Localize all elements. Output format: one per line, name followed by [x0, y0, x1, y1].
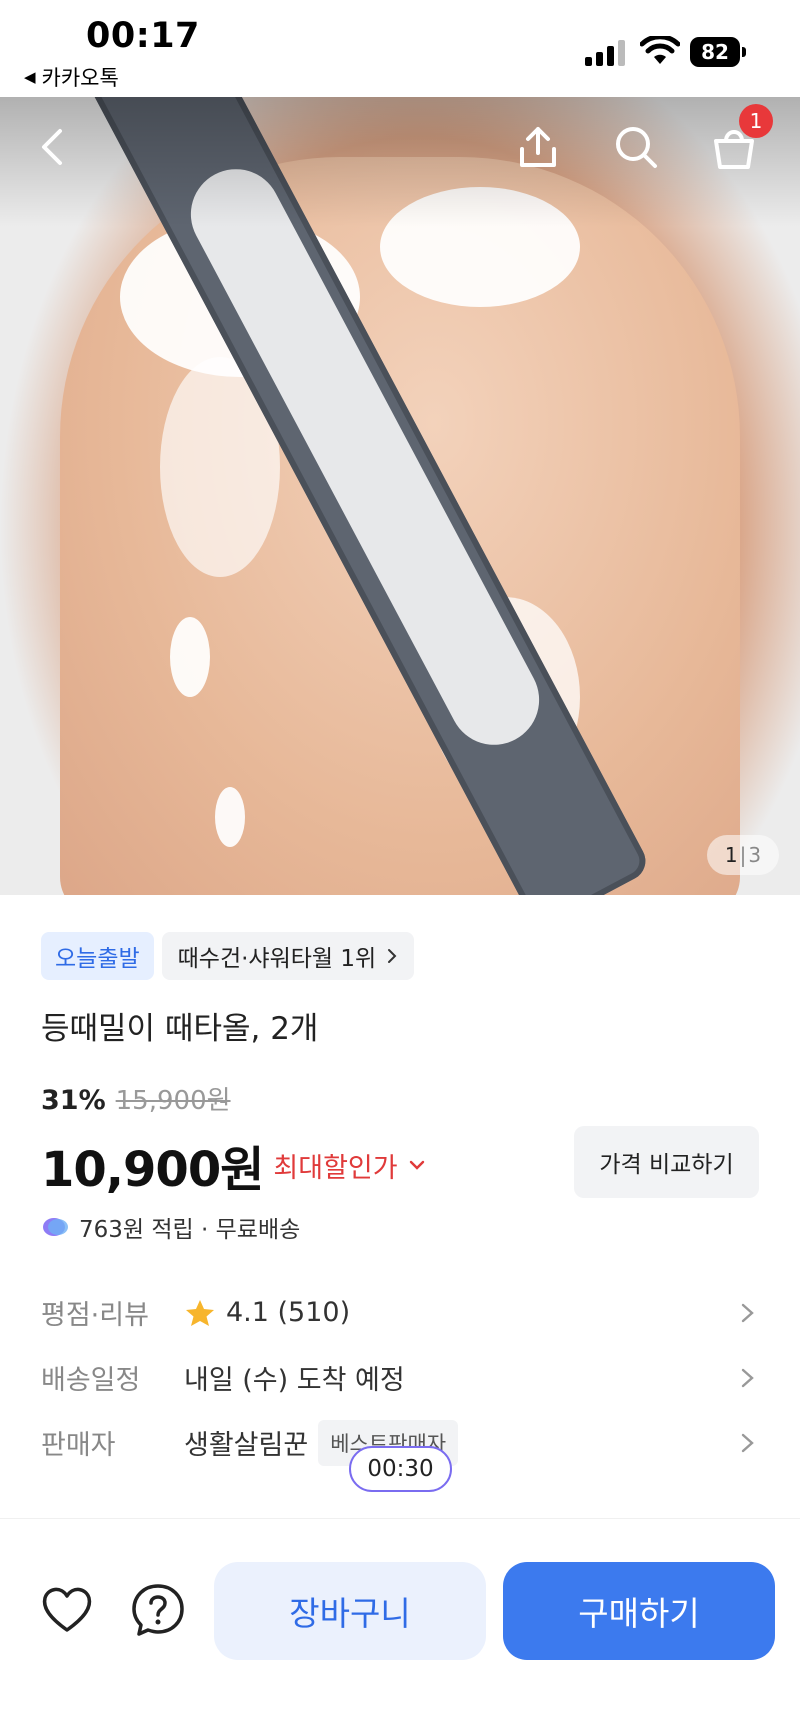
- share-button[interactable]: [510, 119, 566, 175]
- compare-price-button[interactable]: 가격 비교하기: [574, 1126, 759, 1198]
- chevron-right-icon: [741, 1368, 754, 1388]
- buy-now-button[interactable]: 구매하기: [503, 1562, 775, 1660]
- points-shipping-row: 763원 적립 · 무료배송: [41, 1210, 300, 1244]
- image-counter-separator: |: [739, 843, 747, 867]
- image-counter: 1 | 3: [707, 835, 779, 875]
- back-to-app-link[interactable]: ◀ 카카오톡: [24, 62, 119, 92]
- wishlist-button[interactable]: [37, 1580, 97, 1640]
- rating-review-row[interactable]: 평점·리뷰 4.1 (510): [41, 1280, 761, 1345]
- points-icon: [43, 1218, 68, 1236]
- rating-value: 4.1 (510): [226, 1297, 351, 1328]
- delivery-value: 내일 (수) 도착 예정: [184, 1365, 405, 1396]
- discount-row: 31% 15,900원: [41, 1080, 231, 1117]
- tag-category-rank[interactable]: 때수건·샤워타월 1위: [161, 932, 415, 980]
- inquiry-button[interactable]: [128, 1580, 188, 1640]
- battery-icon: 82: [690, 37, 746, 67]
- chevron-right-icon: [388, 949, 397, 963]
- price-row: 10,900원 최대할인가: [41, 1130, 426, 1200]
- delivery-label: 배송일정: [41, 1365, 141, 1396]
- back-triangle-icon: ◀: [24, 68, 36, 86]
- seller-label: 판매자: [41, 1430, 116, 1461]
- original-price: 15,900원: [115, 1086, 231, 1116]
- add-to-cart-button[interactable]: 장바구니: [214, 1562, 486, 1660]
- wifi-icon: [640, 36, 680, 64]
- back-button[interactable]: [26, 119, 82, 175]
- star-icon: [186, 1299, 214, 1326]
- status-time: 00:17: [86, 16, 200, 56]
- question-bubble-icon: [132, 1584, 184, 1636]
- back-app-label: 카카오톡: [41, 66, 119, 90]
- chevron-left-icon: [42, 129, 62, 165]
- bottom-action-bar: 장바구니 구매하기: [0, 1540, 800, 1731]
- countdown-timer[interactable]: 00:30: [349, 1446, 452, 1492]
- divider: [0, 1518, 800, 1519]
- max-discount-label: 최대할인가: [273, 1152, 398, 1184]
- discount-percent: 31%: [41, 1085, 106, 1116]
- product-title: 등때밀이 때타올, 2개: [41, 1011, 319, 1047]
- cart-count-badge: 1: [739, 104, 773, 138]
- seller-name: 생활살림꾼: [184, 1430, 309, 1461]
- rating-label: 평점·리뷰: [41, 1300, 149, 1331]
- sale-price: 10,900원: [41, 1142, 264, 1198]
- chevron-right-icon: [741, 1433, 754, 1453]
- cellular-signal-icon: [585, 40, 627, 66]
- battery-level: 82: [690, 37, 740, 67]
- image-counter-total: 3: [748, 843, 762, 867]
- share-icon: [520, 127, 556, 167]
- max-discount-toggle[interactable]: 최대할인가: [273, 1146, 425, 1185]
- product-tags: 오늘출발 때수건·샤워타월 1위: [41, 932, 415, 980]
- status-bar: 00:17 ◀ 카카오톡 82: [0, 0, 800, 97]
- points-text: 763원 적립 · 무료배송: [79, 1217, 301, 1243]
- chevron-right-icon: [741, 1303, 754, 1323]
- delivery-schedule-row[interactable]: 배송일정 내일 (수) 도착 예정: [41, 1345, 761, 1410]
- product-image-carousel[interactable]: [0, 97, 800, 895]
- image-counter-current: 1: [724, 843, 738, 867]
- tag-fast-shipping: 오늘출발: [41, 932, 154, 980]
- tag-rank-label: 때수건·샤워타월 1위: [177, 946, 377, 972]
- search-button[interactable]: [608, 119, 664, 175]
- chevron-down-icon: [409, 1160, 424, 1170]
- search-icon: [616, 127, 657, 168]
- heart-icon: [42, 1587, 92, 1632]
